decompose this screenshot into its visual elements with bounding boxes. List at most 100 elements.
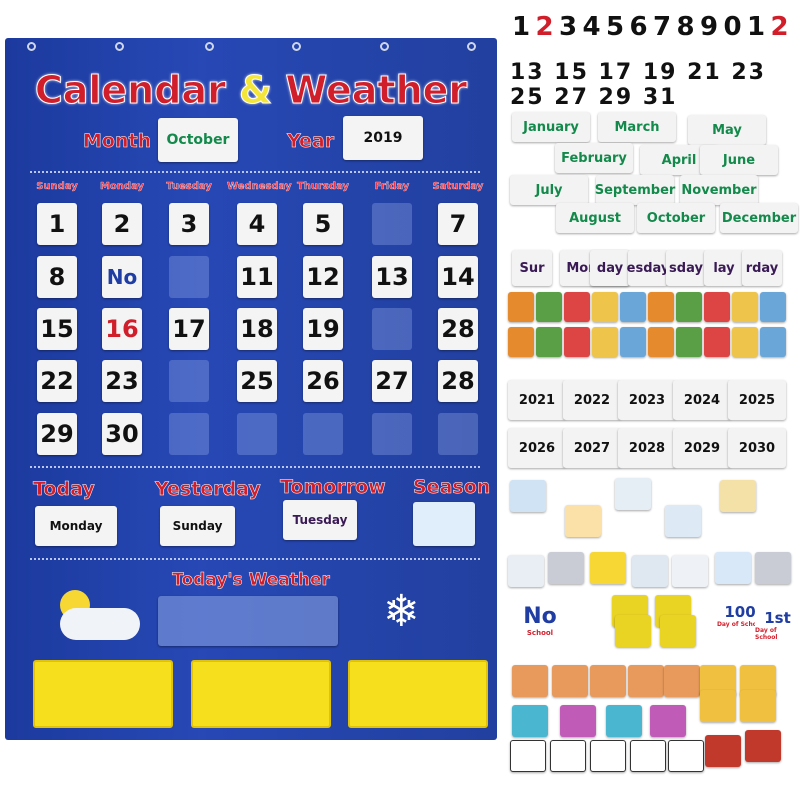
month-card[interactable]: May [688,115,766,145]
month-card[interactable]: August [556,203,634,233]
weather-card[interactable] [548,552,584,584]
day-card[interactable]: 30 [102,413,142,455]
holiday-card[interactable] [732,292,758,322]
holiday-card[interactable] [536,327,562,357]
holiday-card[interactable] [732,327,758,357]
gift-card[interactable] [512,705,548,737]
gift-card[interactable] [650,705,686,737]
bus-card[interactable] [615,615,651,647]
day-card[interactable]: No [102,256,142,298]
number-card[interactable]: 0 [724,12,742,42]
tomorrow-card[interactable]: Tuesday [283,500,357,540]
holiday-card[interactable] [648,292,674,322]
year-card[interactable]: 2023 [618,380,676,420]
holiday-card[interactable] [620,327,646,357]
number-card[interactable]: 1 [512,12,530,42]
number-card[interactable]: 9 [700,12,718,42]
year-card[interactable]: 2021 [508,380,566,420]
year-card[interactable]: 2024 [673,380,731,420]
year-card[interactable]: 2026 [508,428,566,468]
tooth-card[interactable] [550,740,586,772]
holiday-card[interactable] [564,292,590,322]
season-card[interactable] [510,480,546,512]
number-card[interactable]: 4 [583,12,601,42]
day-card[interactable]: 29 [37,413,77,455]
holiday-card[interactable] [592,292,618,322]
birthday-card[interactable] [512,665,548,697]
holiday-card[interactable] [620,292,646,322]
holiday-card[interactable] [704,292,730,322]
season-card[interactable] [720,480,756,512]
day-card[interactable]: 13 [372,256,412,298]
season-card[interactable] [615,478,651,510]
day-card[interactable]: 28 [438,308,478,350]
storage-pocket[interactable] [348,660,488,728]
empty-pocket[interactable] [438,413,478,455]
bus-card[interactable] [660,615,696,647]
weather-card[interactable] [755,552,791,584]
empty-pocket[interactable] [372,203,412,245]
weather-pocket[interactable] [158,596,338,646]
storage-pocket[interactable] [33,660,173,728]
month-card[interactable]: October [637,203,715,233]
day-card[interactable]: 15 [37,308,77,350]
empty-pocket[interactable] [303,413,343,455]
number-card[interactable]: 8 [677,12,695,42]
weekday-card[interactable]: lay [704,250,744,286]
month-card[interactable]: September [595,175,675,205]
day-card[interactable]: 4 [237,203,277,245]
tooth-card[interactable] [510,740,546,772]
month-card[interactable]: March [598,112,676,142]
birthday-card[interactable] [664,665,700,697]
gift-card[interactable] [606,705,642,737]
number-card[interactable]: 6 [630,12,648,42]
month-card[interactable]: December [720,203,798,233]
month-card[interactable]: February [555,143,633,173]
day-card[interactable]: 7 [438,203,478,245]
weekday-card[interactable]: day [590,250,630,286]
month-card[interactable]: July [510,175,588,205]
birthday-card[interactable] [552,665,588,697]
day-card[interactable]: 23 [102,360,142,402]
day-card[interactable]: 16 [102,308,142,350]
holiday-card[interactable] [760,292,786,322]
day-card[interactable]: 22 [37,360,77,402]
empty-pocket[interactable] [237,413,277,455]
balloon-card[interactable] [740,690,776,722]
balloon-card[interactable] [700,690,736,722]
weather-card[interactable] [590,552,626,584]
flag-card[interactable] [705,735,741,767]
day-card[interactable]: 1 [37,203,77,245]
year-card[interactable]: 2028 [618,428,676,468]
month-card[interactable]: November [680,175,758,205]
day-card[interactable]: 11 [237,256,277,298]
weekday-card[interactable]: Sur [512,250,552,286]
winter-season-card[interactable] [413,502,475,546]
no-school-card[interactable]: No School [510,590,570,650]
day-card[interactable]: 27 [372,360,412,402]
day-card[interactable]: 12 [303,256,343,298]
holiday-card[interactable] [592,327,618,357]
today-card[interactable]: Monday [35,506,117,546]
weather-card[interactable] [672,555,708,587]
day-card[interactable]: 28 [438,360,478,402]
number-card[interactable]: 2 [536,12,554,42]
empty-pocket[interactable] [372,308,412,350]
holiday-card[interactable] [676,327,702,357]
holiday-card[interactable] [536,292,562,322]
season-card[interactable] [665,505,701,537]
tooth-card[interactable] [590,740,626,772]
empty-pocket[interactable] [169,256,209,298]
month-card[interactable]: January [512,112,590,142]
holiday-card[interactable] [676,292,702,322]
weekday-card[interactable]: sday [666,250,706,286]
holiday-card[interactable] [760,327,786,357]
holiday-card[interactable] [648,327,674,357]
month-card[interactable]: June [700,145,778,175]
day-card[interactable]: 18 [237,308,277,350]
weather-card[interactable] [632,555,668,587]
birthday-card[interactable] [628,665,664,697]
season-card[interactable] [565,505,601,537]
tooth-card[interactable] [630,740,666,772]
number-card[interactable]: 5 [606,12,624,42]
